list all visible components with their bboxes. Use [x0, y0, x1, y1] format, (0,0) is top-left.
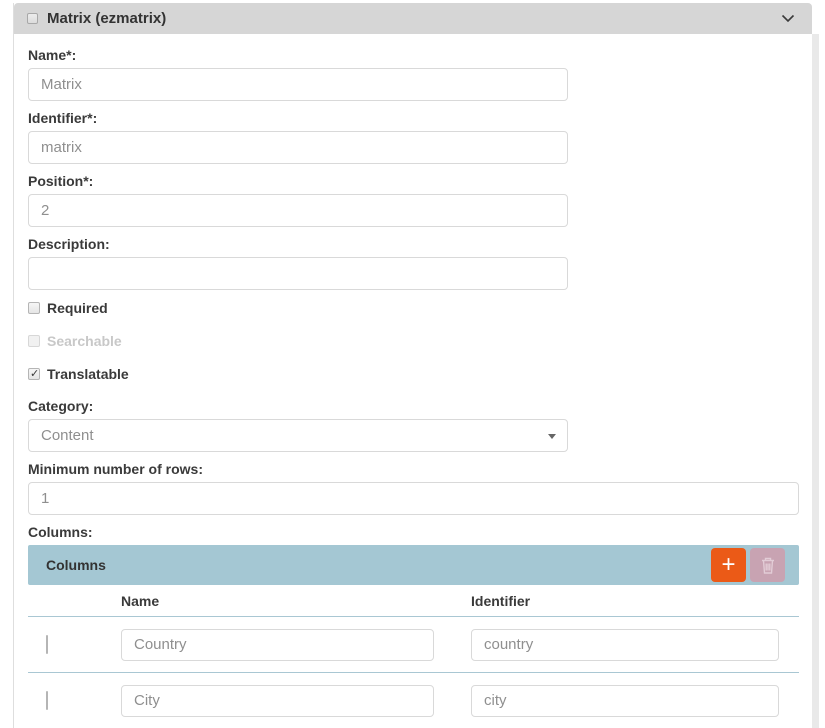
translatable-check-group: Translatable [28, 365, 812, 382]
columns-label: Columns: [28, 524, 812, 541]
category-select[interactable]: Content [28, 419, 568, 452]
column-identifier-input[interactable] [471, 685, 779, 717]
panel-header[interactable]: Matrix (ezmatrix) [14, 3, 812, 34]
translatable-checkbox[interactable] [28, 368, 40, 380]
category-label: Category: [28, 398, 812, 415]
identifier-column-header: Identifier [471, 593, 799, 609]
min-rows-input[interactable] [28, 482, 799, 515]
panel-title: Matrix (ezmatrix) [47, 10, 166, 27]
columns-section: Columns: Columns + [28, 524, 812, 728]
collapse-button[interactable] [779, 12, 797, 25]
name-input[interactable] [28, 68, 568, 101]
panel-body: Name*: Identifier*: Position*: Descripti… [14, 34, 812, 728]
identifier-input[interactable] [28, 131, 568, 164]
required-check-group: Required [28, 299, 812, 316]
column-name-input[interactable] [121, 685, 434, 717]
required-checkbox[interactable] [28, 302, 40, 314]
description-label: Description: [28, 236, 812, 253]
description-field-group: Description: [28, 236, 812, 290]
row-select-checkbox[interactable] [46, 635, 48, 654]
delete-column-button [750, 548, 785, 582]
fieldtype-panel: Matrix (ezmatrix) Name*: Identifier*: Po… [13, 3, 812, 728]
name-column-header: Name [119, 593, 471, 609]
add-column-button[interactable]: + [711, 548, 746, 582]
description-input[interactable] [28, 257, 568, 290]
columns-table-colheaders: Name Identifier [28, 585, 799, 616]
chevron-down-icon [781, 14, 795, 23]
identifier-field-group: Identifier*: [28, 110, 812, 164]
name-field-group: Name*: [28, 47, 812, 101]
table-row [28, 672, 799, 728]
scrollbar-track[interactable] [812, 34, 819, 728]
trash-icon [760, 556, 776, 574]
required-label: Required [47, 300, 108, 316]
columns-table: Columns + [28, 545, 799, 728]
select-field-checkbox[interactable] [27, 13, 38, 24]
category-field-group: Category: Content [28, 398, 812, 452]
min-rows-label: Minimum number of rows: [28, 461, 812, 478]
select-arrow-icon [548, 434, 556, 439]
position-label: Position*: [28, 173, 812, 190]
column-identifier-input[interactable] [471, 629, 779, 661]
column-name-input[interactable] [121, 629, 434, 661]
searchable-checkbox [28, 335, 40, 347]
category-selected-value: Content [41, 427, 94, 444]
position-input[interactable] [28, 194, 568, 227]
position-field-group: Position*: [28, 173, 812, 227]
plus-icon: + [721, 553, 735, 577]
table-row [28, 616, 799, 672]
name-label: Name*: [28, 47, 812, 64]
identifier-label: Identifier*: [28, 110, 812, 127]
searchable-label: Searchable [47, 333, 122, 349]
translatable-label: Translatable [47, 366, 129, 382]
searchable-check-group: Searchable [28, 332, 812, 349]
columns-table-header: Columns + [28, 545, 799, 585]
columns-table-title: Columns [46, 557, 106, 573]
min-rows-field-group: Minimum number of rows: [28, 461, 812, 515]
row-select-checkbox[interactable] [46, 691, 48, 710]
